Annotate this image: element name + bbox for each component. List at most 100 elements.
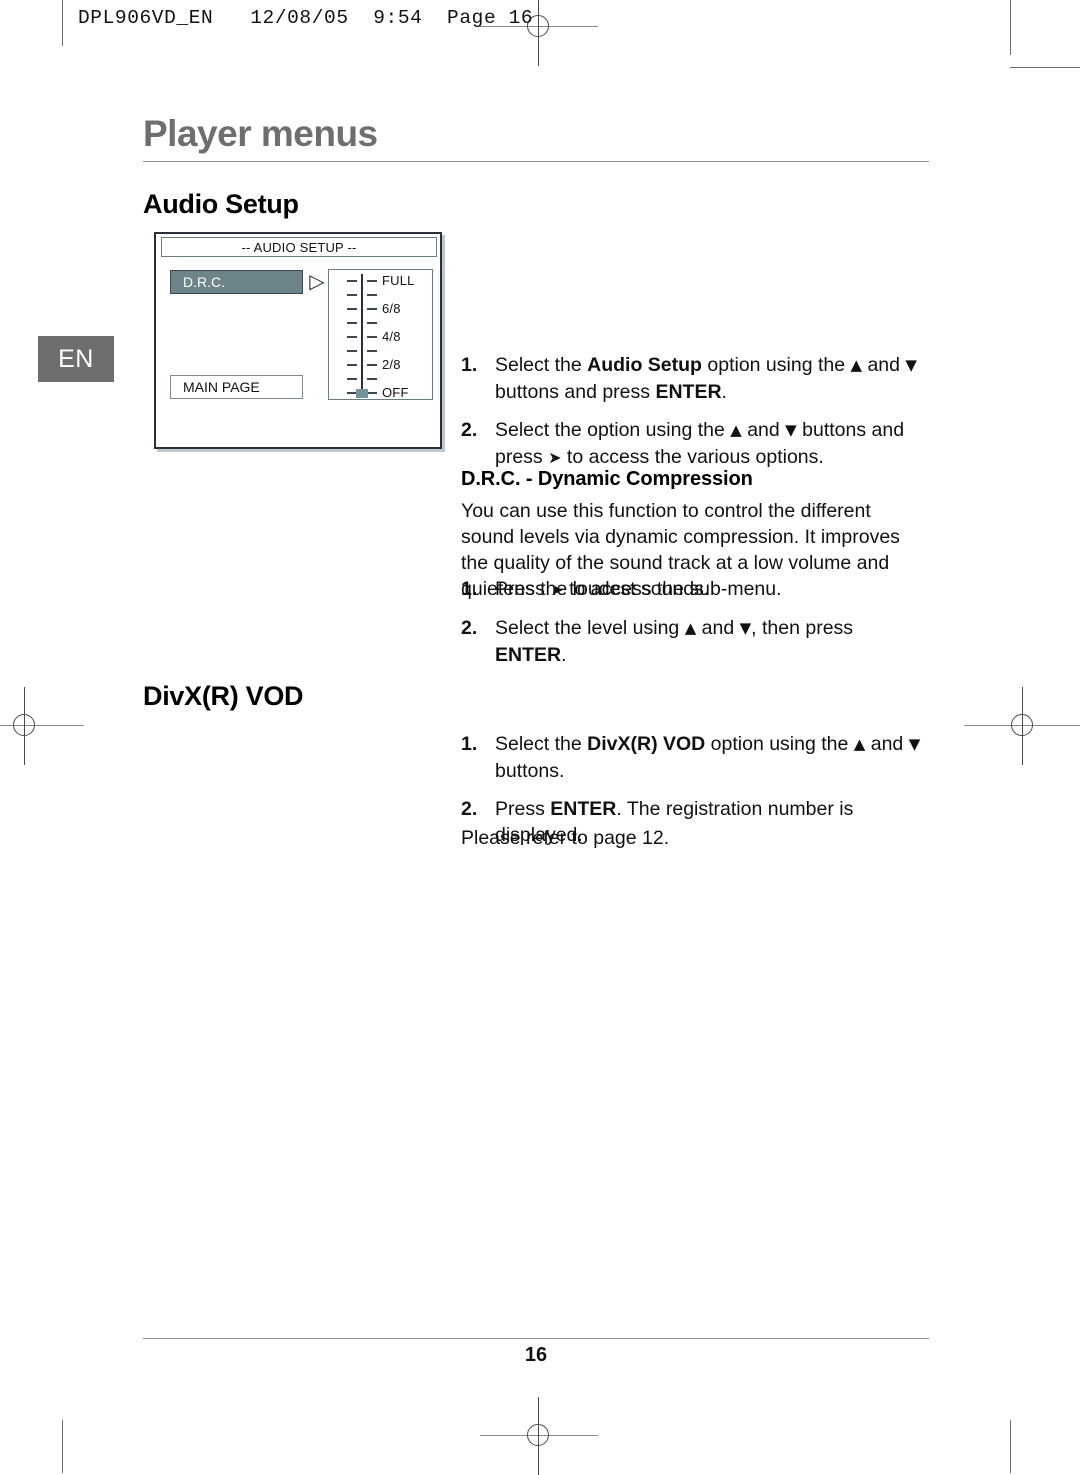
slider-tick-right	[367, 350, 377, 352]
slider-tick-left	[347, 294, 357, 296]
osd-menu-title: -- AUDIO SETUP --	[161, 237, 437, 257]
slider-row-label: 4/8	[382, 329, 401, 344]
section-heading-audio-setup: Audio Setup	[143, 189, 299, 219]
emphasis-text: DivX(R) VOD	[587, 733, 706, 755]
osd-drc-level-slider[interactable]: FULL 6/8 4/8 2/8 OFF	[328, 269, 433, 400]
right-arrow-icon: ➤	[548, 448, 562, 467]
divx-vod-note: Please refer to page 12.	[461, 827, 670, 849]
trim-line-top-right-vertical	[1010, 0, 1011, 55]
up-arrow-icon: ▲	[853, 735, 866, 753]
text-run: and	[862, 354, 906, 376]
list-item-number: 2.	[461, 419, 478, 441]
text-run: buttons.	[495, 760, 565, 782]
osd-right-triangle-icon: ▷	[309, 271, 325, 293]
slider-tick-left	[347, 350, 357, 352]
slider-row-label: OFF	[382, 385, 409, 400]
text-run: option using the	[701, 354, 851, 376]
list-item: 1. Select the DivX(R) VOD option using th…	[461, 731, 929, 784]
slider-tick-right	[367, 336, 377, 338]
slider-tick-left	[347, 336, 357, 338]
list-item: 2. Select the level using ▲ and ▼, then p…	[461, 615, 929, 668]
slider-tick-right	[367, 280, 377, 282]
slider-knob[interactable]	[356, 389, 368, 398]
chapter-title: Player menus	[143, 113, 378, 154]
footer-rule	[143, 1338, 929, 1339]
down-arrow-icon: ▼	[785, 421, 797, 439]
language-tab-label: EN	[58, 344, 94, 373]
down-arrow-icon: ▼	[905, 356, 917, 374]
text-run: and	[865, 733, 909, 755]
list-item-number: 1.	[461, 733, 478, 755]
page-content: Player menus Audio Setup -- AUDIO SETUP …	[143, 0, 929, 1473]
slider-tick-left	[347, 364, 357, 366]
slider-row-label: FULL	[382, 273, 415, 288]
text-run: Press	[495, 798, 551, 820]
slider-row[interactable]: OFF	[329, 385, 434, 400]
list-item: 2. Select the option using the ▲ and ▼ bu…	[461, 417, 929, 471]
slider-tick-right	[367, 294, 377, 296]
text-run: .	[721, 381, 727, 403]
down-arrow-icon: ▼	[908, 735, 921, 753]
text-run: to access the various options.	[561, 446, 824, 468]
down-arrow-icon: ▼	[739, 619, 752, 637]
slider-row[interactable]: 4/8	[329, 329, 434, 344]
list-item-number: 2.	[461, 617, 478, 639]
emphasis-text: ENTER	[495, 644, 562, 666]
osd-menu-screenshot: -- AUDIO SETUP -- D.R.C. ▷ MAIN PAGE FUL…	[154, 232, 442, 449]
slider-tick-right	[367, 392, 377, 394]
text-run: .	[561, 644, 567, 666]
slider-row-label: 2/8	[382, 357, 401, 372]
emphasis-text: ENTER	[550, 798, 617, 820]
osd-menu-item-drc[interactable]: D.R.C.	[170, 270, 303, 294]
slider-tick-right	[367, 308, 377, 310]
text-run: Press	[495, 578, 551, 600]
slider-row[interactable]	[329, 288, 434, 302]
slider-row[interactable]	[329, 316, 434, 330]
trim-line-top-right-horizontal	[1010, 67, 1080, 68]
slider-tick-right	[367, 322, 377, 324]
slider-row[interactable]: 6/8	[329, 301, 434, 316]
slider-row[interactable]	[329, 344, 434, 358]
slider-tick-left	[347, 378, 357, 380]
emphasis-text: Audio Setup	[587, 354, 702, 376]
slider-tick-right	[367, 378, 377, 380]
osd-menu-item-main-page[interactable]: MAIN PAGE	[170, 375, 303, 399]
chapter-rule	[143, 161, 929, 162]
list-item-number: 2.	[461, 798, 478, 820]
text-run: Select the option using the	[495, 419, 731, 441]
slider-row-label: 6/8	[382, 301, 401, 316]
text-run: and	[741, 419, 786, 441]
trim-line-bottom-left-vertical	[62, 1420, 63, 1473]
text-run: , then press	[751, 617, 854, 639]
slider-tick-left	[347, 280, 357, 282]
slider-row[interactable]	[329, 372, 434, 386]
emphasis-text: ENTER	[655, 381, 722, 403]
osd-menu-item-main-page-label: MAIN PAGE	[183, 379, 260, 395]
text-run: Select the level using	[495, 617, 685, 639]
text-run: and	[696, 617, 740, 639]
slider-row[interactable]: FULL	[329, 273, 434, 288]
list-item: 1. Press ➤ to access the sub-menu.	[461, 576, 929, 603]
page-number: 16	[524, 1344, 548, 1366]
registration-mark-right	[964, 687, 1080, 765]
slider-tick-right	[367, 364, 377, 366]
text-run: Select the	[495, 354, 588, 376]
drc-step-list: 1. Press ➤ to access the sub-menu. 2. Selec…	[461, 576, 929, 680]
section-heading-divx-vod: DivX(R) VOD	[143, 681, 304, 711]
up-arrow-icon: ▲	[730, 421, 742, 439]
slider-tick-left	[347, 322, 357, 324]
language-tab-en: EN	[38, 336, 114, 382]
registration-mark-left	[0, 687, 84, 765]
list-item-number: 1.	[461, 354, 478, 376]
slider-tick-left	[347, 308, 357, 310]
text-run: buttons and press	[495, 381, 656, 403]
list-item-number: 1.	[461, 578, 478, 600]
slider-row[interactable]: 2/8	[329, 357, 434, 372]
right-arrow-icon: ➤	[550, 580, 564, 599]
up-arrow-icon: ▲	[850, 356, 863, 374]
audio-setup-step-list: 1. Select the Audio Setup option using th…	[461, 352, 929, 483]
text-run: to access the sub-menu.	[563, 578, 782, 600]
text-run: option using the	[705, 733, 854, 755]
trim-line-top-left-vertical	[62, 0, 63, 46]
subsection-heading-drc: D.R.C. - Dynamic Compression	[461, 468, 753, 490]
